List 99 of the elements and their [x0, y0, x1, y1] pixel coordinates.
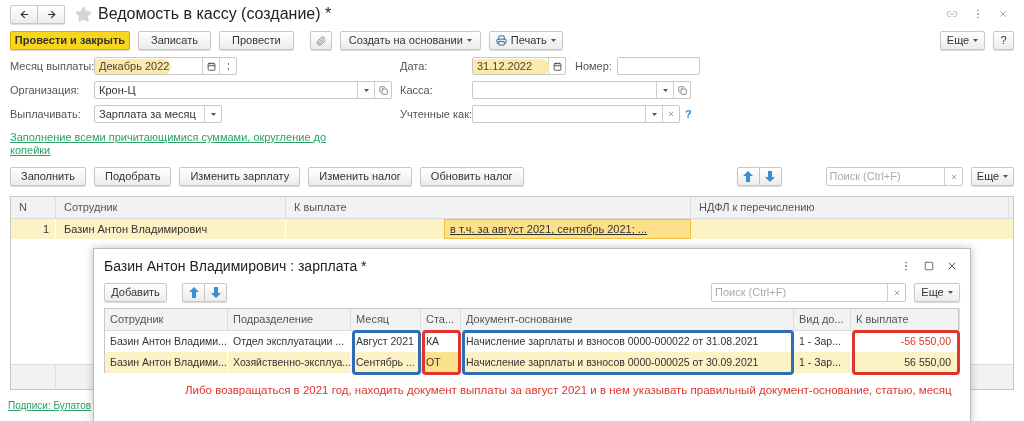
back-arrow-icon	[18, 8, 30, 20]
table-cell: 1	[11, 219, 56, 239]
toolbar-button[interactable]: Изменить налог	[308, 167, 412, 186]
arrow-down-icon	[210, 287, 221, 298]
note-text: Либо возвращаться в 2021 год, находить документ выплаты за август 2021 и в нем указывать правильный документ-основание, статью, месяц	[185, 383, 953, 398]
dialog-title: Базин Антон Владимирович : зарплата *	[104, 256, 367, 276]
caret-icon	[651, 112, 657, 116]
add-button[interactable]: Добавить	[104, 283, 167, 302]
move-up-button[interactable]	[182, 283, 205, 302]
window-title: Ведомость в кассу (создание) *	[98, 4, 332, 24]
more-button[interactable]: Еще	[971, 167, 1014, 186]
caret-icon	[363, 88, 369, 92]
column-header: Ста...	[421, 309, 461, 330]
toolbar-button[interactable]: Обновить налог	[419, 167, 524, 186]
column-header: К выплате	[286, 197, 691, 218]
input-field[interactable]	[472, 105, 680, 123]
open-window-icon	[378, 85, 388, 95]
close-icon[interactable]	[946, 260, 958, 272]
table-cell-text: КА	[425, 334, 441, 349]
table-cell: Базин Антон Владими...	[105, 352, 228, 373]
help-button[interactable]: ?	[993, 31, 1014, 50]
toolbar-button[interactable]: Подобрать	[94, 167, 172, 186]
field-label: Выплачивать:	[10, 106, 82, 122]
more-button[interactable]: Еще	[914, 283, 960, 302]
maximize-icon[interactable]	[924, 261, 934, 271]
caret-icon	[550, 39, 556, 42]
more-button[interactable]: Еще	[940, 31, 985, 50]
paperclip-icon	[315, 35, 326, 46]
arrow-up-icon	[188, 287, 199, 298]
caret-icon	[1003, 175, 1009, 178]
forward-button[interactable]	[38, 4, 65, 24]
field-label: Номер:	[575, 58, 612, 74]
attach-button[interactable]	[309, 31, 332, 50]
column-header: Месяц	[351, 309, 421, 330]
field-label: Организация:	[10, 82, 81, 98]
caret-icon	[662, 88, 668, 92]
printer-icon	[495, 35, 507, 46]
close-icon	[892, 288, 901, 297]
table-cell-text: 1 - Зар...	[798, 334, 842, 349]
input-field[interactable]: Крон-Ц	[94, 81, 392, 99]
column-header: Сотрудник	[105, 309, 228, 330]
calendar-icon	[206, 61, 216, 71]
table-row[interactable]: Базин Антон Владими... Хозяйственно-эксплуа... Сентябрь ... ОТ Начисление зарплаты и взносов 0000-000025 от 30.09.2021 1 - Зар... 56 550,00	[105, 352, 958, 373]
favorite-star-icon[interactable]	[75, 5, 92, 23]
column-header: Подразделение	[228, 309, 351, 330]
toolbar-button[interactable]: Заполнить	[10, 167, 86, 186]
help-link[interactable]: ?	[685, 105, 692, 123]
back-button[interactable]	[10, 4, 38, 24]
table-cell-text: Отдел эксплуатации ...	[232, 334, 346, 349]
table-cell-text: Начисление зарплаты и взносов 0000-000022 от 31.08.2021	[465, 334, 760, 349]
table-cell: Хозяйственно-эксплуа...	[228, 352, 351, 373]
move-down-button[interactable]	[205, 283, 227, 302]
table-cell-text: Базин Антон Владими...	[109, 334, 228, 349]
table-cell: Базин Антон Владимирович	[56, 219, 286, 239]
input-field[interactable]: Зарплата за месяц	[94, 105, 222, 123]
field-label: Касса:	[400, 82, 434, 98]
caret-icon	[947, 291, 953, 294]
column-header: К выплате	[851, 309, 960, 330]
caret-icon	[973, 39, 979, 42]
column-header: Сотрудник	[56, 197, 286, 218]
toolbar-button[interactable]: Печать	[488, 31, 563, 50]
caret-icon	[466, 39, 472, 42]
arrow-up-icon	[743, 171, 754, 182]
close-icon	[949, 172, 958, 181]
payout-link[interactable]: в т.ч. за август 2021, сентябрь 2021; ...	[444, 219, 691, 239]
link-icon[interactable]	[946, 8, 958, 20]
column-header: Документ-основание	[461, 309, 794, 330]
column-header: НДФЛ к перечислению	[691, 197, 1009, 218]
field-label: Месяц выплаты:	[10, 58, 94, 74]
input-field[interactable]: 31.12.2022	[472, 57, 566, 75]
post-and-close-button[interactable]: Провести и закрыть	[10, 31, 130, 50]
calendar-button[interactable]	[202, 58, 219, 74]
toolbar-button[interactable]: Провести	[219, 31, 294, 50]
close-icon	[667, 110, 675, 118]
forward-arrow-icon	[45, 8, 57, 20]
table-cell-text: -56 550,00	[899, 334, 952, 349]
calendar-icon	[552, 61, 562, 71]
table-row[interactable]: 1 Базин Антон Владимирович в т.ч. за август 2021, сентябрь 2021; ...	[11, 219, 1013, 239]
input-field[interactable]	[616, 57, 700, 75]
input-field[interactable]	[472, 81, 691, 99]
table-cell-text: Август 2021	[355, 334, 415, 349]
move-up-button[interactable]	[736, 167, 760, 186]
toolbar-button[interactable]: Изменить зарплату	[179, 167, 301, 186]
input-field[interactable]: Декабрь 2022	[94, 57, 237, 75]
move-down-button[interactable]	[759, 167, 782, 186]
column-header: Вид до...	[794, 309, 851, 330]
caret-icon	[210, 112, 216, 116]
arrow-down-icon	[765, 171, 776, 182]
open-window-icon	[677, 85, 687, 95]
open-button[interactable]	[374, 82, 391, 98]
toolbar-button[interactable]: Записать	[138, 31, 211, 50]
field-label: Дата:	[400, 58, 429, 74]
toolbar-button[interactable]: Создать на основании	[339, 31, 481, 50]
field-label: Учтенные как:	[400, 106, 472, 122]
calendar-button[interactable]	[548, 58, 565, 74]
open-button[interactable]	[673, 82, 690, 98]
signatures-link[interactable]: Подписи: Булатов	[8, 399, 92, 412]
table-cell: 1 - Зар...	[794, 352, 851, 373]
column-header: N	[11, 197, 56, 218]
